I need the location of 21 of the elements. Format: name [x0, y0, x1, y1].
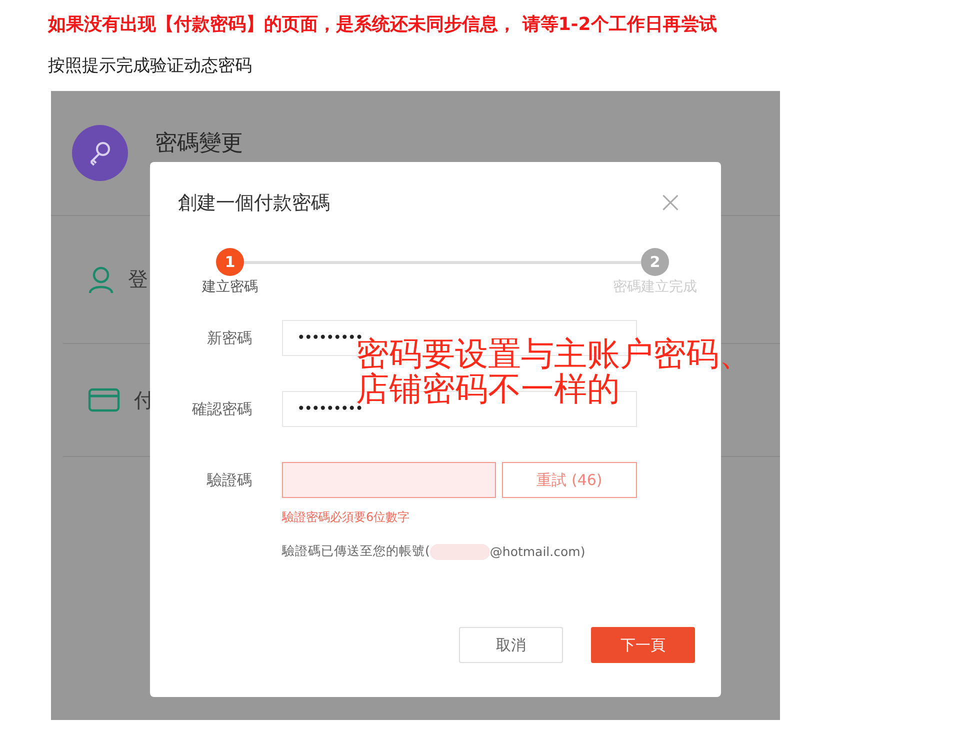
page-title: 密碼變更 — [155, 130, 243, 158]
field-label: 新密碼 — [206, 328, 252, 348]
step-number: 1 — [216, 248, 244, 276]
cancel-button[interactable]: 取消 — [459, 627, 563, 663]
step-label: 建立密碼 — [202, 278, 258, 296]
field-label: 確認密碼 — [191, 400, 252, 418]
redacted-blur — [430, 544, 490, 560]
field-label: 驗證碼 — [206, 470, 252, 490]
instruction-text: 按照提示完成验证动态密码 — [48, 55, 252, 77]
card-icon — [88, 388, 120, 412]
input-field[interactable] — [282, 462, 496, 498]
dialog-title: 創建一個付款密碼 — [178, 191, 330, 216]
person-icon — [88, 266, 114, 294]
sent-message: 驗證碼已傳送至您的帳號( — [282, 543, 430, 560]
step-number: 2 — [641, 248, 669, 276]
next-button[interactable]: 下一頁 — [591, 627, 695, 663]
notice-text: 如果没有出现【付款密码】的页面，是系统还未同步信息， 请等1-2个工作日再尝试 — [48, 13, 717, 36]
menu-item-label: 登 — [128, 266, 148, 293]
key-icon — [72, 125, 128, 181]
email-suffix: @hotmail.com) — [490, 544, 586, 559]
error-message: 驗證密碼必須要6位數字 — [282, 509, 411, 526]
